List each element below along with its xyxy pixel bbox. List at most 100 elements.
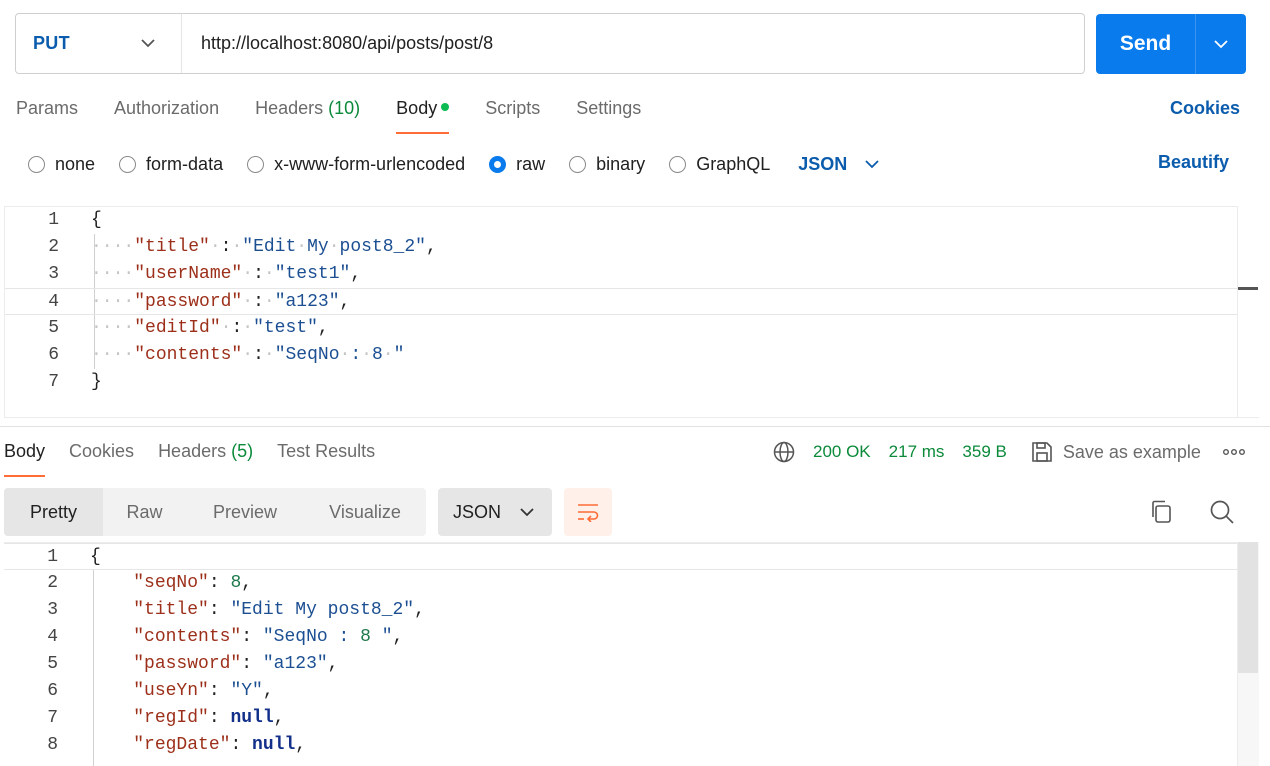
radio-label: none	[55, 153, 96, 174]
search-icon	[1210, 500, 1234, 524]
request-scrollbar[interactable]	[1237, 206, 1259, 417]
code-text: {	[91, 210, 102, 230]
radio-circle-checked	[489, 155, 507, 173]
save-icon	[1032, 442, 1052, 462]
request-tabs: Params Authorization Headers (10) Body S…	[16, 98, 677, 134]
tab-label: Headers	[158, 441, 227, 461]
send-options-button[interactable]	[1196, 14, 1246, 74]
url-input[interactable]	[182, 14, 1084, 73]
tab-scripts[interactable]: Scripts	[485, 98, 540, 134]
request-body-editor[interactable]: 1{ 2 ····"title"·:·"Edit·My·post8_2", 3 ··…	[4, 206, 1259, 418]
url-bar: PUT	[15, 13, 1085, 74]
method-select[interactable]: PUT	[16, 14, 182, 73]
response-size[interactable]: 359 B	[962, 442, 1006, 462]
send-button-group: Send	[1096, 14, 1246, 74]
response-status-bar: 200 OK 217 ms 359 B Save as example	[773, 440, 1245, 464]
tab-label: Body	[396, 98, 438, 118]
tab-label: Settings	[576, 98, 642, 118]
chevron-down-icon	[865, 159, 879, 168]
response-scrollbar-thumb[interactable]	[1238, 542, 1258, 673]
radio-label: form-data	[146, 153, 224, 174]
code-line: 5 "password": "a123",	[4, 651, 1237, 678]
code-line: 2 "seqNo": 8,	[4, 570, 1237, 597]
tab-headers[interactable]: Headers (10)	[255, 98, 360, 134]
save-as-example-button[interactable]: Save as example	[1031, 441, 1201, 463]
code-text: "password": "a123",	[133, 654, 339, 674]
radio-label: x-www-form-urlencoded	[274, 153, 466, 174]
cursor-position-marker	[1238, 287, 1258, 290]
cookies-link[interactable]: Cookies	[1170, 98, 1240, 119]
code-line: 6 ····"contents"·:·"SeqNo·:·8·"	[5, 342, 1257, 369]
tab-label: Body	[4, 441, 46, 461]
radio-urlencoded[interactable]: x-www-form-urlencoded	[247, 154, 465, 175]
tab-test-results[interactable]: Test Results	[277, 441, 375, 477]
radio-binary[interactable]: binary	[569, 154, 645, 175]
code-line: 3 ····"userName"·:·"test1",	[5, 261, 1257, 288]
tab-response-cookies[interactable]: Cookies	[69, 441, 134, 477]
code-line: 2 ····"title"·:·"Edit·My·post8_2",	[5, 234, 1257, 261]
code-text: ····"title"·:·"Edit·My·post8_2",	[91, 237, 437, 257]
code-text: }	[91, 372, 102, 392]
code-line: 1{	[5, 207, 1257, 234]
tab-body[interactable]: Body	[396, 98, 450, 134]
view-preview-button[interactable]: Preview	[186, 488, 304, 536]
globe-icon[interactable]	[773, 441, 795, 463]
headers-count: (10)	[328, 98, 361, 118]
body-format-select[interactable]: JSON	[798, 154, 879, 175]
code-text: ····"password"·:·"a123",	[91, 292, 351, 312]
radio-none[interactable]: none	[28, 154, 95, 175]
radio-graphql[interactable]: GraphQL	[669, 154, 770, 175]
code-text: "useYn": "Y",	[133, 681, 274, 701]
copy-button[interactable]	[1149, 499, 1173, 530]
wrap-lines-button[interactable]	[564, 488, 612, 536]
response-format-label: JSON	[453, 501, 502, 522]
chevron-down-icon	[520, 507, 534, 516]
code-text: "seqNo": 8,	[133, 573, 253, 593]
tab-authorization[interactable]: Authorization	[114, 98, 219, 134]
more-options-icon[interactable]	[1222, 449, 1245, 455]
wrap-lines-icon	[578, 504, 599, 522]
beautify-button[interactable]: Beautify	[1158, 152, 1229, 173]
code-text: ····"contents"·:·"SeqNo·:·8·"	[91, 345, 405, 365]
code-line: 4 "contents": "SeqNo : 8 ",	[4, 624, 1237, 651]
body-indicator-dot	[441, 103, 450, 111]
view-pretty-button[interactable]: Pretty	[4, 488, 103, 536]
code-line-current: 1{	[4, 543, 1237, 570]
tab-label: Headers	[255, 98, 324, 118]
tab-response-headers[interactable]: Headers (5)	[158, 441, 253, 477]
code-text: "title": "Edit My post8_2",	[133, 600, 425, 620]
code-text: "regDate": null,	[133, 735, 307, 755]
code-text: "contents": "SeqNo : 8 ",	[133, 627, 404, 647]
code-text: ····"editId"·:·"test",	[91, 318, 329, 338]
code-text: ····"userName"·:·"test1",	[91, 264, 362, 284]
body-type-options: none form-data x-www-form-urlencoded raw…	[28, 152, 879, 176]
response-format-select[interactable]: JSON	[438, 488, 552, 536]
tab-params[interactable]: Params	[16, 98, 78, 134]
view-raw-button[interactable]: Raw	[103, 488, 186, 536]
method-label: PUT	[33, 33, 70, 53]
chevron-down-icon	[141, 39, 155, 48]
body-format-label: JSON	[798, 153, 848, 174]
send-button[interactable]: Send	[1096, 14, 1196, 74]
tab-response-body[interactable]: Body	[4, 441, 46, 477]
response-body-viewer[interactable]: 1{ 2 "seqNo": 8, 3 "title": "Edit My pos…	[4, 542, 1259, 766]
tab-label: Test Results	[277, 441, 376, 461]
tab-label: Scripts	[485, 98, 541, 118]
response-headers-count: (5)	[231, 441, 254, 461]
pane-divider[interactable]	[0, 426, 1270, 427]
search-button[interactable]	[1209, 499, 1235, 530]
status-code[interactable]: 200 OK	[813, 442, 871, 462]
view-visualize-button[interactable]: Visualize	[304, 488, 426, 536]
code-text: "regId": null,	[133, 708, 285, 728]
code-line: 8 "regDate": null,	[4, 732, 1237, 759]
chevron-down-icon	[1214, 39, 1228, 48]
code-line: 3 "title": "Edit My post8_2",	[4, 597, 1237, 624]
response-time[interactable]: 217 ms	[889, 442, 945, 462]
radio-form-data[interactable]: form-data	[119, 154, 223, 175]
radio-raw[interactable]: raw	[489, 154, 545, 175]
code-text: {	[90, 547, 101, 567]
response-tabs: Body Cookies Headers (5) Test Results	[4, 441, 399, 477]
radio-circle	[669, 155, 687, 173]
tab-settings[interactable]: Settings	[576, 98, 641, 134]
response-view-modes: Pretty Raw Preview Visualize	[4, 488, 426, 536]
